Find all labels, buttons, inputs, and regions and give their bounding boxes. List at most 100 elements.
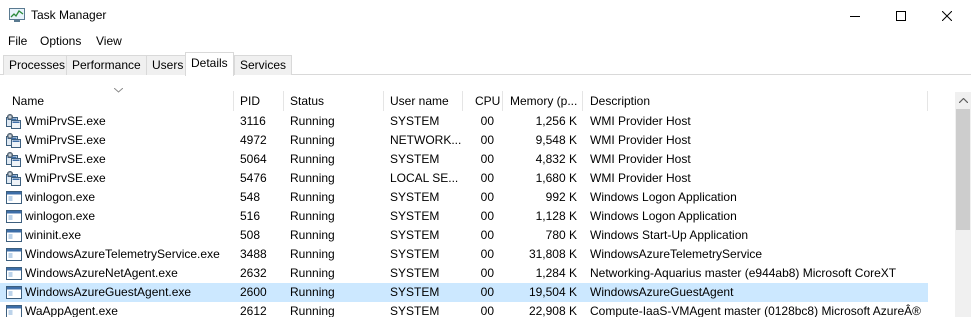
cell-memory: 4,832 K	[535, 152, 577, 166]
cell-pid: 2632	[240, 266, 267, 280]
cell-cpu: 00	[480, 228, 494, 242]
column-header-description[interactable]: Description	[585, 91, 925, 111]
window-app-icon	[6, 247, 22, 262]
cell-user-name: NETWORK...	[390, 133, 462, 147]
cell-memory: 19,504 K	[528, 285, 577, 299]
cell-pid: 508	[240, 228, 261, 242]
scroll-thumb[interactable]	[956, 109, 970, 230]
cell-status: Running	[290, 228, 335, 242]
cell-user-name: SYSTEM	[390, 190, 440, 204]
cell-pid: 3488	[240, 247, 267, 261]
cell-pid: 5476	[240, 171, 267, 185]
close-button[interactable]	[924, 0, 970, 31]
menu-bar: File Options View	[0, 31, 971, 51]
cell-name: WmiPrvSE.exe	[25, 114, 106, 128]
column-header-user-name[interactable]: User name	[385, 91, 461, 111]
column-header-cpu[interactable]: CPU	[470, 91, 502, 111]
cell-cpu: 00	[480, 190, 494, 204]
cell-description: Compute-IaaS-VMAgent master (0128bc8) Mi…	[590, 304, 921, 317]
table-row[interactable]: WindowsAzureNetAgent.exe 2632 Running SYSTE…	[0, 264, 928, 283]
table-row[interactable]: WmiPrvSE.exe 5476 Running LOCAL SE... 00 1,68…	[0, 169, 928, 188]
vertical-scrollbar[interactable]	[955, 92, 971, 317]
cell-memory: 1,128 K	[535, 209, 577, 223]
title-bar: Task Manager	[0, 0, 971, 31]
cell-description: Windows Start-Up Application	[590, 228, 749, 242]
table-row[interactable]: WmiPrvSE.exe 3116 Running SYSTEM 00 1,256 K WM…	[0, 112, 928, 131]
cell-pid: 3116	[240, 114, 266, 128]
column-separator[interactable]	[233, 91, 234, 111]
cell-user-name: SYSTEM	[390, 114, 440, 128]
cell-status: Running	[290, 209, 335, 223]
cell-name: WindowsAzureGuestAgent.exe	[25, 285, 192, 299]
tab-services[interactable]: Services	[234, 55, 293, 75]
window-app-icon	[6, 228, 22, 243]
column-header-status[interactable]: Status	[285, 91, 382, 111]
cell-cpu: 00	[480, 209, 494, 223]
table-row[interactable]: wininit.exe 508 Running SYSTEM 00 780 K Window…	[0, 226, 928, 245]
column-separator[interactable]	[582, 91, 583, 111]
menu-file[interactable]: File	[8, 34, 27, 48]
cell-user-name: SYSTEM	[390, 304, 440, 317]
tab-details[interactable]: Details	[185, 52, 234, 76]
cell-status: Running	[290, 285, 335, 299]
cell-memory: 1,680 K	[535, 171, 577, 185]
column-separator[interactable]	[383, 91, 384, 111]
scroll-up-button[interactable]	[955, 92, 971, 109]
column-header-pid[interactable]: PID	[235, 91, 283, 111]
menu-view[interactable]: View	[96, 34, 122, 48]
column-separator[interactable]	[283, 91, 284, 111]
window-app-icon	[6, 266, 22, 281]
cell-user-name: LOCAL SE...	[390, 171, 459, 185]
maximize-icon	[896, 10, 906, 21]
window-app-icon	[6, 304, 22, 317]
cell-name: winlogon.exe	[25, 190, 96, 204]
column-separator[interactable]	[502, 91, 503, 111]
menu-options[interactable]: Options	[40, 34, 81, 48]
column-header-memory[interactable]: Memory (p...	[505, 91, 582, 111]
cell-pid: 5064	[240, 152, 267, 166]
maximize-button[interactable]	[878, 0, 924, 31]
tab-users[interactable]: Users	[146, 55, 190, 75]
table-row[interactable]: winlogon.exe 548 Running SYSTEM 00 992 K Windo…	[0, 188, 928, 207]
minimize-button[interactable]	[832, 0, 878, 31]
table-row-selected[interactable]: WindowsAzureGuestAgent.exe 2600 Running SYS…	[0, 283, 928, 302]
cell-name: WindowsAzureTelemetryService.exe	[25, 247, 220, 261]
cell-name: WmiPrvSE.exe	[25, 152, 106, 166]
table-row[interactable]: WmiPrvSE.exe 4972 Running NETWORK... 00 9,548…	[0, 131, 928, 150]
cell-status: Running	[290, 152, 335, 166]
cell-pid: 516	[240, 209, 261, 223]
cell-user-name: SYSTEM	[390, 209, 440, 223]
cell-status: Running	[290, 304, 335, 317]
chevron-up-icon	[958, 98, 968, 103]
task-manager-icon	[9, 8, 25, 22]
tab-processes[interactable]: Processes	[3, 55, 72, 75]
cell-description: Networking-Aquarius master (e944ab8) Mic…	[590, 266, 897, 280]
tab-bar: Processes Performance Users Details Serv…	[0, 51, 971, 76]
cell-user-name: SYSTEM	[390, 228, 440, 242]
cell-cpu: 00	[480, 114, 494, 128]
cell-cpu: 00	[480, 247, 494, 261]
cell-memory: 31,808 K	[528, 247, 577, 261]
cell-description: WMI Provider Host	[590, 152, 691, 166]
cell-cpu: 00	[480, 266, 494, 280]
column-separator[interactable]	[927, 91, 928, 111]
cell-name: wininit.exe	[25, 228, 82, 242]
column-separator[interactable]	[462, 91, 463, 111]
table-row[interactable]: WaAppAgent.exe 2612 Running SYSTEM 00 22,908 …	[0, 302, 928, 317]
process-list: WmiPrvSE.exe 3116 Running SYSTEM 00 1,256 K WM…	[0, 112, 971, 317]
cell-description: WindowsAzureTelemetryService	[590, 247, 763, 261]
wmi-service-icon	[6, 152, 22, 167]
cell-name: WindowsAzureNetAgent.exe	[25, 266, 178, 280]
minimize-icon	[850, 15, 860, 17]
table-row[interactable]: winlogon.exe 516 Running SYSTEM 00 1,128 K Win…	[0, 207, 928, 226]
cell-name: WmiPrvSE.exe	[25, 171, 106, 185]
table-header: Name PID Status User name CPU Memory (p.…	[0, 75, 971, 111]
tab-performance[interactable]: Performance	[66, 55, 147, 75]
cell-description: Windows Logon Application	[590, 209, 737, 223]
cell-cpu: 00	[480, 304, 494, 317]
table-row[interactable]: WmiPrvSE.exe 5064 Running SYSTEM 00 4,832 K WM…	[0, 150, 928, 169]
column-header-name[interactable]: Name	[7, 91, 232, 111]
cell-name: winlogon.exe	[25, 209, 96, 223]
table-row[interactable]: WindowsAzureTelemetryService.exe 3488 Runn…	[0, 245, 928, 264]
window-app-icon	[6, 285, 22, 300]
